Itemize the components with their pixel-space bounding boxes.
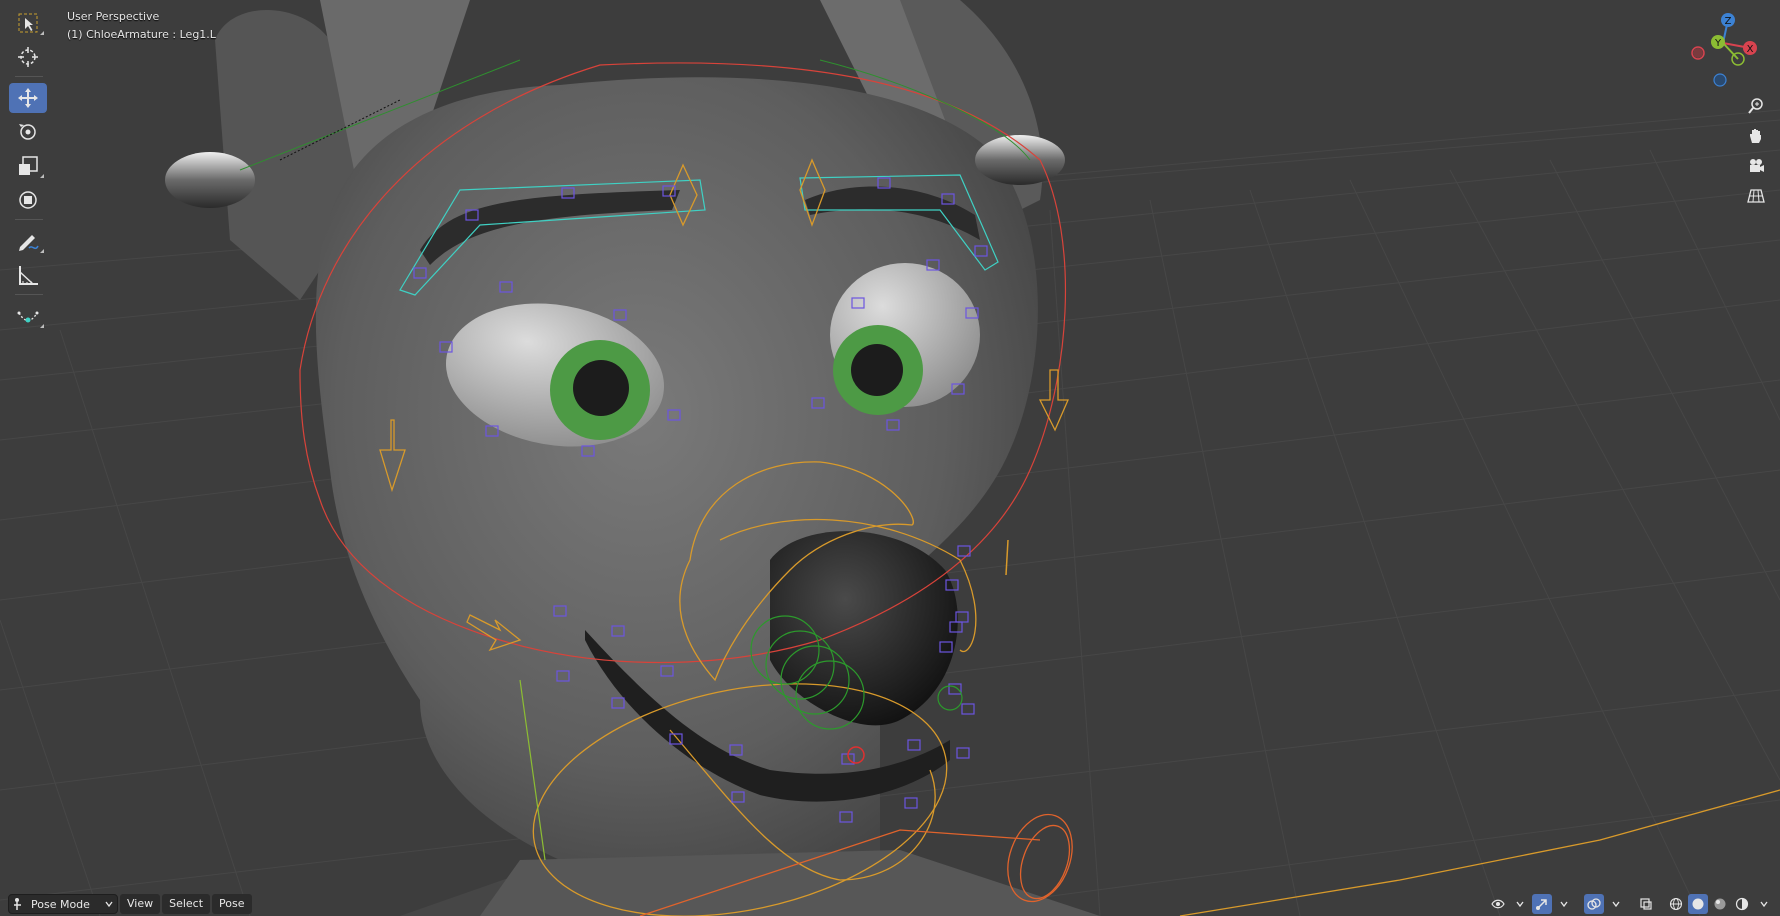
visibility-button[interactable] [1488,894,1508,914]
grid-icon [1747,189,1765,203]
wireframe-sphere-icon [1669,897,1683,911]
viewport-header: Pose Mode View Select Pose [0,892,1780,916]
xray-toggle[interactable] [1636,894,1656,914]
menu-select[interactable]: Select [162,894,211,914]
pan-button[interactable] [1742,122,1770,150]
scene-render [0,0,1780,916]
chevron-down-icon [1612,901,1620,908]
tool-shelf [9,8,49,335]
measure-icon [19,266,38,285]
select-box-icon [18,13,38,33]
mode-label: Pose Mode [31,897,90,911]
zoom-icon [1748,98,1763,114]
rotate-tool[interactable] [9,117,47,147]
shading-wireframe[interactable] [1666,894,1686,914]
select-box-tool[interactable] [9,8,47,38]
active-object-info: (1) ChloeArmature : Leg1.L [67,28,216,41]
scale-icon [19,156,38,175]
shading-rendered[interactable] [1732,894,1752,914]
gizmo-dropdown[interactable] [1554,894,1574,914]
gizmo-x-label: X [1747,44,1754,55]
measure-tool[interactable] [9,260,47,290]
gizmo-icon [1536,899,1547,910]
eye-icon [1491,899,1505,909]
scale-tool[interactable] [9,151,47,181]
bone-bend-tool[interactable] [9,301,47,331]
xray-icon [1640,898,1652,910]
gizmo-y-label: Y [1714,38,1722,49]
transform-icon [19,191,37,209]
material-sphere-icon [1714,898,1726,910]
ortho-toggle-button[interactable] [1742,182,1770,210]
cursor-icon [18,47,38,67]
shading-solid[interactable] [1688,894,1708,914]
mode-dropdown[interactable]: Pose Mode [8,894,118,914]
overlays-dropdown[interactable] [1606,894,1626,914]
transform-tool[interactable] [9,185,47,215]
3d-viewport[interactable]: User Perspective (1) ChloeArmature : Leg… [0,0,1780,916]
menu-pose[interactable]: Pose [212,894,252,914]
zoom-button[interactable] [1742,92,1770,120]
pose-mode-icon [14,898,21,910]
right-earring [975,135,1065,185]
move-icon [18,88,38,108]
navigation-gizmo[interactable]: Z X Y [1680,8,1760,88]
header-right-controls [1488,894,1774,914]
view-perspective-label: User Perspective [67,10,160,23]
camera-view-button[interactable] [1742,152,1770,180]
annotate-icon [19,235,39,251]
navigation-buttons [1742,92,1772,212]
annotate-tool[interactable] [9,226,47,256]
visibility-dropdown[interactable] [1510,894,1530,914]
overlays-toggle[interactable] [1584,894,1604,914]
chevron-down-icon [1516,901,1524,908]
camera-icon [1750,159,1764,172]
rotate-icon [19,124,36,140]
shading-dropdown[interactable] [1754,894,1774,914]
chevron-down-icon [105,901,113,908]
hand-icon [1750,129,1761,143]
cursor-tool[interactable] [9,42,47,72]
gizmo-z-label: Z [1725,16,1732,27]
chevron-down-icon [1560,901,1568,908]
shading-material[interactable] [1710,894,1730,914]
left-earring [165,152,255,208]
gizmo-toggle[interactable] [1532,894,1552,914]
move-tool[interactable] [9,83,47,113]
overlays-icon [1587,898,1601,910]
solid-sphere-icon [1692,898,1704,910]
menu-view[interactable]: View [120,894,161,914]
rendered-sphere-icon [1735,897,1749,911]
bone-bend-icon [17,311,39,323]
chevron-down-icon [1760,901,1768,908]
